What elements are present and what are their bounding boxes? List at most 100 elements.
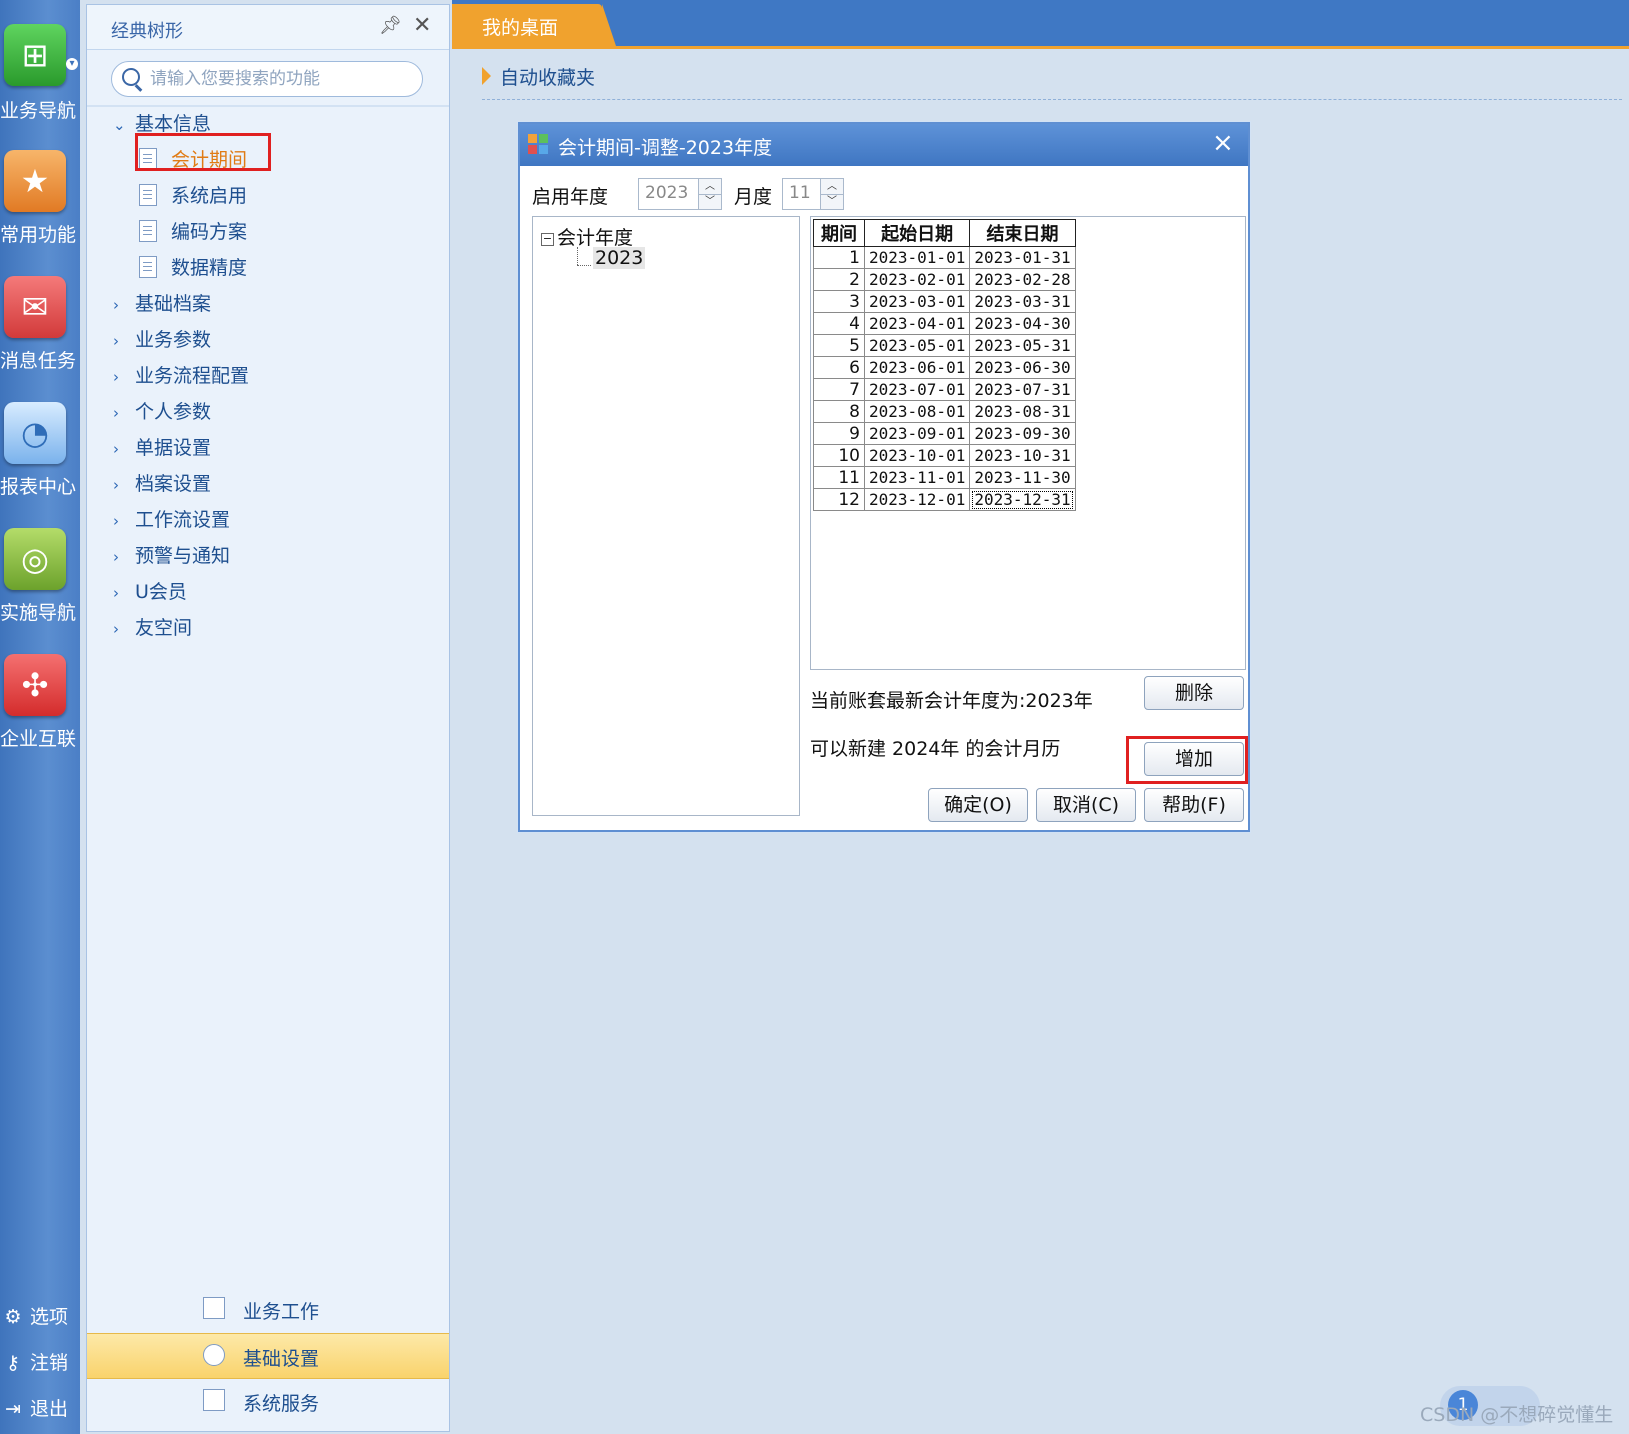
bottom-tab-basic-settings[interactable]: 基础设置 — [87, 1333, 449, 1379]
tree-root[interactable]: − 会计年度 — [541, 223, 633, 250]
table-row[interactable]: 2 2023-02-01 2023-02-28 — [813, 268, 1076, 291]
month-input[interactable] — [787, 182, 821, 204]
key-icon: ⚷ — [6, 1352, 20, 1374]
close-icon[interactable]: ✕ — [413, 13, 431, 38]
rail-label: 企业互联 — [0, 728, 77, 750]
help-button[interactable]: 帮助(F) — [1144, 788, 1244, 822]
period-cell[interactable]: 3 — [813, 290, 865, 313]
start-date-cell[interactable]: 2023-07-01 — [863, 378, 971, 401]
exit-link[interactable]: ⇥ 退出 — [2, 1394, 68, 1421]
start-date-cell[interactable]: 2023-09-01 — [863, 422, 971, 445]
tree-node[interactable]: › 基础档案 — [113, 289, 211, 319]
pin-icon[interactable]: 📌︎ — [379, 15, 402, 36]
period-cell[interactable]: 8 — [813, 400, 865, 423]
period-cell[interactable]: 7 — [813, 378, 865, 401]
period-cell[interactable]: 2 — [813, 268, 865, 291]
ok-button[interactable]: 确定(O) — [928, 788, 1028, 822]
tree-node[interactable]: › U会员 — [113, 577, 187, 607]
start-date-cell[interactable]: 2023-06-01 — [863, 356, 971, 379]
year-input[interactable] — [643, 182, 697, 204]
dialog-titlebar[interactable]: 会计期间-调整-2023年度 × — [520, 124, 1248, 166]
end-date-cell[interactable]: 2023-02-28 — [969, 268, 1076, 291]
start-date-cell[interactable]: 2023-04-01 — [863, 312, 971, 335]
chevron-up-icon[interactable]: ︿ — [699, 179, 721, 195]
logout-link[interactable]: ⚷ 注销 — [2, 1348, 68, 1375]
tree-leaf-data-precision[interactable]: 数据精度 — [139, 253, 247, 283]
start-date-cell[interactable]: 2023-12-01 — [863, 488, 971, 511]
options-link[interactable]: ⚙ 选项 — [2, 1302, 68, 1329]
start-date-cell[interactable]: 2023-02-01 — [863, 268, 971, 291]
tree-node[interactable]: › 友空间 — [113, 613, 192, 643]
tree-node[interactable]: › 工作流设置 — [113, 505, 230, 535]
latest-year-text: 当前账套最新会计年度为:2023年 — [810, 690, 1093, 712]
table-row[interactable]: 10 2023-10-01 2023-10-31 — [813, 444, 1076, 467]
end-date-cell[interactable]: 2023-09-30 — [969, 422, 1076, 445]
period-cell[interactable]: 5 — [813, 334, 865, 357]
table-row[interactable]: 1 2023-01-01 2023-01-31 — [813, 246, 1076, 269]
period-cell[interactable]: 11 — [813, 466, 865, 489]
start-date-cell[interactable]: 2023-05-01 — [863, 334, 971, 357]
tree-node[interactable]: › 预警与通知 — [113, 541, 230, 571]
fiscal-year-tree[interactable]: − 会计年度 2023 — [532, 216, 800, 816]
search-box[interactable] — [111, 61, 423, 97]
bottom-tab-system-service[interactable]: 系统服务 — [87, 1379, 449, 1423]
period-cell[interactable]: 4 — [813, 312, 865, 335]
search-input[interactable] — [148, 64, 412, 94]
table-row[interactable]: 9 2023-09-01 2023-09-30 — [813, 422, 1076, 445]
favorites-link[interactable]: 自动收藏夹 — [500, 63, 595, 90]
end-date-cell[interactable]: 2023-06-30 — [969, 356, 1076, 379]
panel-title: 经典树形 — [111, 21, 183, 42]
cancel-button[interactable]: 取消(C) — [1036, 788, 1136, 822]
close-icon[interactable]: × — [1212, 128, 1234, 158]
start-date-cell[interactable]: 2023-11-01 — [863, 466, 971, 489]
period-cell[interactable]: 12 — [813, 488, 865, 511]
year-stepper[interactable]: ︿ ﹀ — [638, 178, 722, 210]
tree-item-2023[interactable]: 2023 — [593, 247, 646, 269]
table-row[interactable]: 4 2023-04-01 2023-04-30 — [813, 312, 1076, 335]
tree-node[interactable]: › 业务参数 — [113, 325, 211, 355]
end-date-cell[interactable]: 2023-05-31 — [969, 334, 1076, 357]
tree-leaf-coding-scheme[interactable]: 编码方案 — [139, 217, 247, 247]
table-row[interactable]: 8 2023-08-01 2023-08-31 — [813, 400, 1076, 423]
tree-node[interactable]: › 个人参数 — [113, 397, 211, 427]
table-row[interactable]: 5 2023-05-01 2023-05-31 — [813, 334, 1076, 357]
start-date-cell[interactable]: 2023-10-01 — [863, 444, 971, 467]
tree-node[interactable]: › 业务流程配置 — [113, 361, 249, 391]
period-cell[interactable]: 9 — [813, 422, 865, 445]
table-row[interactable]: 11 2023-11-01 2023-11-30 — [813, 466, 1076, 489]
tree-node[interactable]: › 档案设置 — [113, 469, 211, 499]
end-date-cell[interactable]: 2023-12-31 — [969, 488, 1076, 511]
start-date-cell[interactable]: 2023-03-01 — [863, 290, 971, 313]
end-date-cell[interactable]: 2023-11-30 — [969, 466, 1076, 489]
end-date-cell[interactable]: 2023-04-30 — [969, 312, 1076, 335]
delete-button[interactable]: 删除 — [1144, 676, 1244, 710]
end-date-cell[interactable]: 2023-07-31 — [969, 378, 1076, 401]
period-cell[interactable]: 6 — [813, 356, 865, 379]
period-grid[interactable]: 期间 起始日期 结束日期 1 2023-01-01 2023-01-31 2 2023-… — [810, 216, 1246, 670]
month-stepper[interactable]: ︿ ﹀ — [782, 178, 844, 210]
tree-leaf-label: 数据精度 — [171, 257, 248, 279]
tree-leaf-system-enable[interactable]: 系统启用 — [139, 181, 247, 211]
tree-node[interactable]: › 单据设置 — [113, 433, 211, 463]
chevron-up-icon[interactable]: ︿ — [821, 179, 843, 195]
end-date-cell[interactable]: 2023-01-31 — [969, 246, 1076, 269]
period-cell[interactable]: 10 — [813, 444, 865, 467]
end-date-cell[interactable]: 2023-08-31 — [969, 400, 1076, 423]
bottom-tab-business-work[interactable]: 业务工作 — [87, 1287, 449, 1331]
chevron-down-icon[interactable]: ﹀ — [821, 194, 843, 209]
chevron-down-icon[interactable]: ▾ — [66, 58, 78, 70]
table-row[interactable]: 7 2023-07-01 2023-07-31 — [813, 378, 1076, 401]
start-date-cell[interactable]: 2023-01-01 — [863, 246, 971, 269]
envelope-icon: ✉ — [4, 276, 66, 338]
end-date-cell[interactable]: 2023-10-31 — [969, 444, 1076, 467]
collapse-icon[interactable]: − — [541, 233, 554, 246]
chevron-down-icon[interactable]: ﹀ — [699, 194, 721, 209]
table-row[interactable]: 12 2023-12-01 2023-12-31 — [813, 488, 1076, 511]
start-date-cell[interactable]: 2023-08-01 — [863, 400, 971, 423]
tab-my-desktop[interactable]: 我的桌面 — [452, 4, 616, 46]
end-date-cell[interactable]: 2023-03-31 — [969, 290, 1076, 313]
period-cell[interactable]: 1 — [813, 246, 865, 269]
tree-node-label: 基本信息 — [135, 113, 212, 135]
table-row[interactable]: 3 2023-03-01 2023-03-31 — [813, 290, 1076, 313]
table-row[interactable]: 6 2023-06-01 2023-06-30 — [813, 356, 1076, 379]
